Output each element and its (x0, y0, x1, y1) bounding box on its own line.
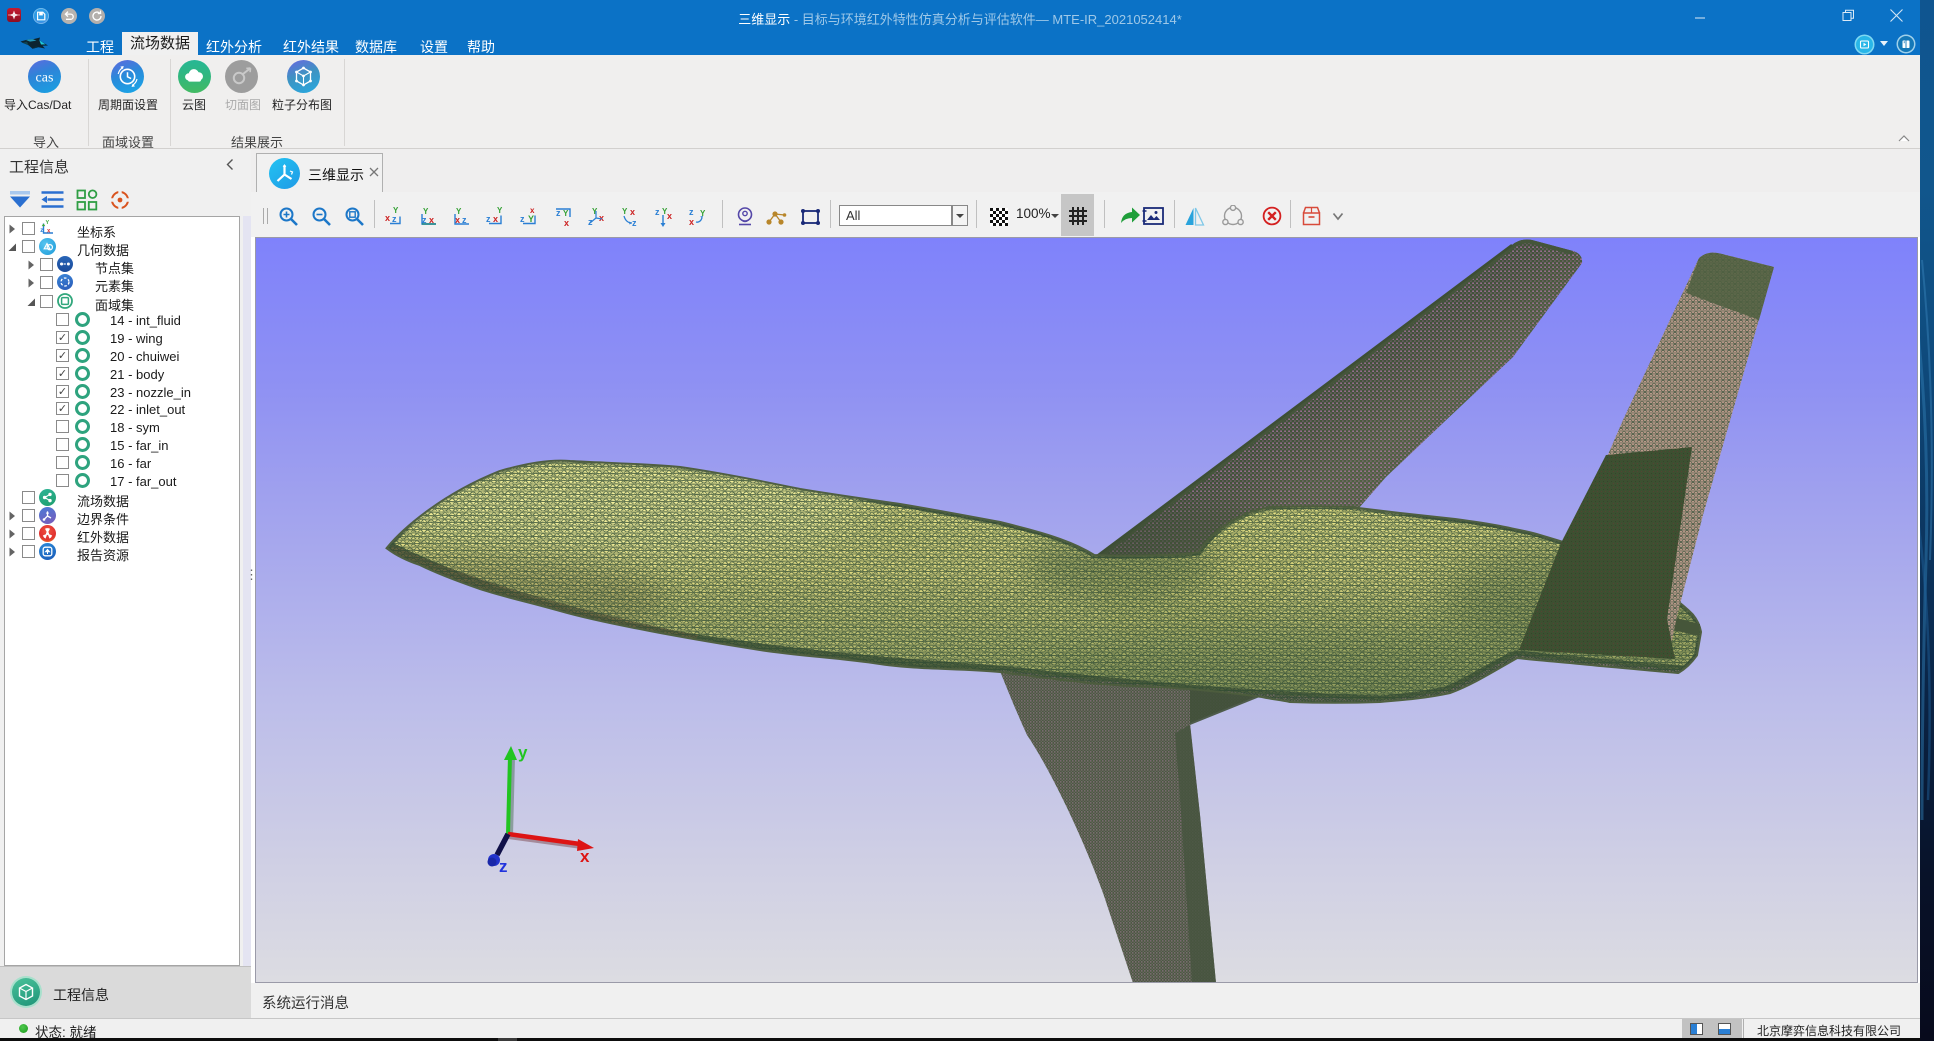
svg-text:Y: Y (46, 220, 50, 226)
svg-text:x: x (580, 847, 590, 866)
svg-text:x: x (385, 213, 390, 223)
svg-text:cas: cas (36, 71, 54, 86)
svg-text:z: z (486, 214, 491, 224)
svg-text:z: z (632, 218, 637, 228)
svg-text:z: z (392, 214, 397, 224)
svg-text:Y: Y (563, 209, 569, 218)
svg-text:z: z (40, 228, 43, 234)
svg-text:Y: Y (622, 207, 628, 216)
svg-text:y: y (518, 743, 528, 762)
svg-text:Y: Y (592, 207, 598, 216)
svg-text:z: z (520, 214, 525, 224)
svg-text:Y: Y (497, 206, 503, 215)
svg-text:Y: Y (393, 206, 399, 215)
svg-text:x: x (564, 218, 569, 228)
svg-text:z: z (499, 857, 508, 876)
svg-text:x: x (599, 213, 604, 223)
svg-text:z: z (655, 207, 660, 217)
svg-text:Y: Y (528, 214, 534, 224)
svg-text:z: z (689, 207, 694, 217)
svg-text:x: x (689, 217, 694, 227)
svg-text:x: x (493, 214, 498, 224)
svg-text:x: x (667, 211, 672, 221)
svg-text:x: x (530, 206, 535, 215)
svg-text:x: x (630, 207, 635, 217)
